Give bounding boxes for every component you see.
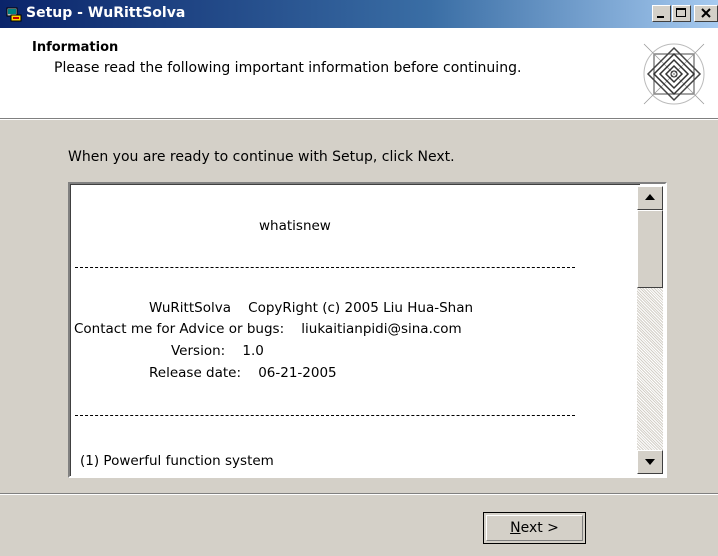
memo-line: Version: 1.0 (171, 343, 264, 359)
scroll-up-button[interactable] (637, 186, 663, 210)
memo-line: Contact me for Advice or bugs: liukaitia… (74, 321, 462, 337)
footer-divider (0, 493, 718, 495)
minimize-icon (657, 16, 664, 18)
next-button-label: Next > (510, 520, 559, 536)
memo-scrollbar[interactable] (637, 186, 663, 474)
memo-line: WuRittSolva CopyRight (c) 2005 Liu Hua-S… (149, 300, 474, 316)
title-bar[interactable]: Setup - WuRittSolva (0, 0, 718, 28)
close-button[interactable] (694, 5, 718, 22)
arrow-up-icon (645, 194, 655, 200)
page-subtitle: Please read the following important info… (54, 60, 522, 76)
scroll-down-button[interactable] (637, 450, 663, 474)
page-title: Information (32, 40, 119, 55)
memo-content: whatisnew WuRittSolva CopyRight (c) 2005… (70, 184, 640, 476)
window-title: Setup - WuRittSolva (26, 5, 186, 21)
next-button[interactable]: Next > (483, 512, 586, 544)
close-icon (701, 8, 711, 18)
instruction-text: When you are ready to continue with Setu… (68, 149, 455, 165)
memo-divider (75, 267, 575, 268)
info-memo[interactable]: whatisnew WuRittSolva CopyRight (c) 2005… (68, 182, 667, 478)
maximize-icon (676, 8, 686, 17)
wizard-header: Information Please read the following im… (0, 28, 718, 118)
minimize-button[interactable] (652, 5, 671, 22)
maximize-button[interactable] (672, 5, 691, 22)
memo-line: (1) Powerful function system (80, 453, 274, 469)
arrow-down-icon (645, 459, 655, 465)
header-divider (0, 118, 718, 120)
setup-app-icon (6, 6, 22, 22)
memo-divider (75, 415, 575, 416)
memo-line: whatisnew (259, 218, 331, 234)
memo-line: Release date: 06-21-2005 (149, 365, 337, 381)
setup-logo-icon (642, 42, 706, 106)
scroll-thumb[interactable] (637, 210, 663, 288)
